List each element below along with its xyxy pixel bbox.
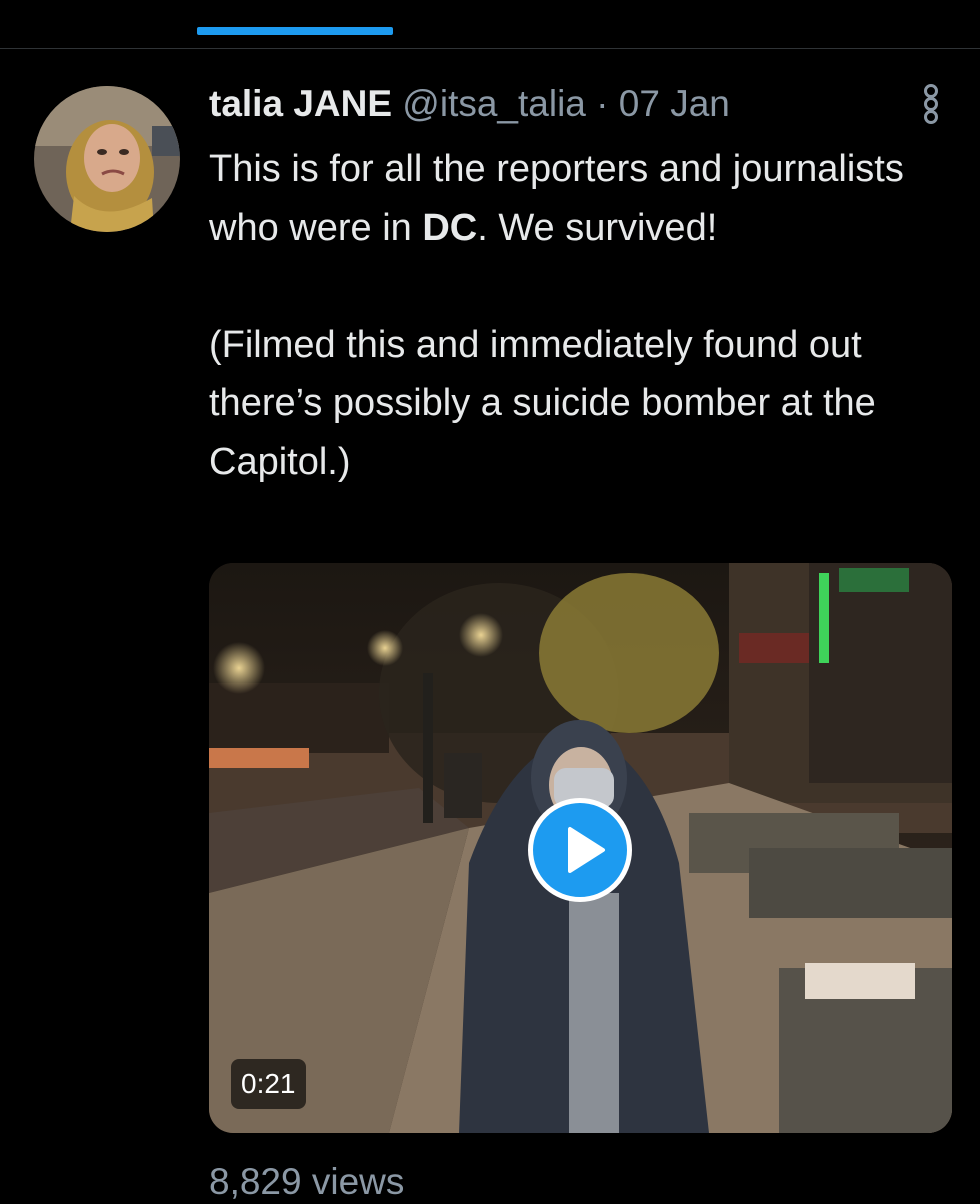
hashtag-dc[interactable]: DC [422, 207, 477, 249]
separator: · [596, 83, 609, 124]
view-count: 8,829 views [209, 1161, 405, 1202]
more-options-icon [924, 84, 938, 124]
more-options-button[interactable] [917, 82, 945, 126]
video-player[interactable]: 0:21 [209, 563, 952, 1133]
play-icon [568, 827, 605, 873]
play-button[interactable] [528, 798, 632, 902]
video-duration: 0:21 [231, 1059, 306, 1109]
tweet-date[interactable]: 07 Jan [619, 83, 730, 124]
tweet-paragraph-2: (Filmed this and immediately found out t… [209, 323, 876, 483]
author-name[interactable]: talia JANE [209, 83, 392, 124]
avatar[interactable] [34, 86, 180, 232]
tweet-header: talia JANE @itsa_talia · 07 Jan [209, 82, 730, 126]
tweet-text: This is for all the reporters and journa… [209, 140, 954, 491]
tweet-paragraph-1: This is for all the reporters and journa… [209, 148, 904, 249]
tab-bar [0, 0, 980, 49]
author-handle[interactable]: @itsa_talia [402, 83, 586, 124]
active-tab-indicator [197, 27, 393, 35]
